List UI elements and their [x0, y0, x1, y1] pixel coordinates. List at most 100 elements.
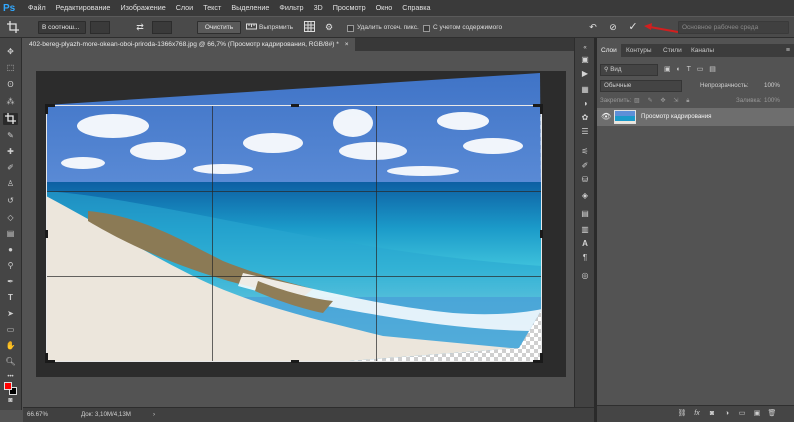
- eraser-tool-icon[interactable]: ◇: [3, 212, 18, 224]
- character-panel-icon[interactable]: A: [579, 238, 591, 250]
- blur-tool-icon[interactable]: ●: [3, 244, 18, 256]
- type-tool-icon[interactable]: T: [3, 292, 18, 304]
- hand-tool-icon[interactable]: ✋: [3, 340, 18, 352]
- properties-panel-icon[interactable]: ▥: [579, 224, 591, 236]
- zoom-level[interactable]: 66.67%: [27, 408, 48, 422]
- layer-filter-select[interactable]: ⚲ Вид: [600, 64, 658, 76]
- link-layers-icon[interactable]: ⛓: [677, 409, 687, 419]
- menu-filter[interactable]: Фильтр: [274, 0, 308, 16]
- menu-layers[interactable]: Слои: [171, 0, 198, 16]
- swatches-panel-icon[interactable]: ▦: [579, 84, 591, 96]
- clone-source-icon[interactable]: ⛁: [579, 174, 591, 186]
- workspace-search[interactable]: Основное рабочее среда: [678, 21, 789, 34]
- collapse-icon[interactable]: «: [579, 42, 591, 54]
- crop-handle-top[interactable]: [291, 104, 299, 107]
- panel-menu-icon[interactable]: ≡: [786, 44, 790, 57]
- fx-icon[interactable]: fx: [692, 409, 702, 419]
- menu-3d[interactable]: 3D: [309, 0, 328, 16]
- lasso-tool-icon[interactable]: ʘ: [3, 79, 18, 91]
- reset-icon[interactable]: ↶: [587, 21, 599, 34]
- opacity-value[interactable]: 100%: [764, 80, 780, 92]
- menu-image[interactable]: Изображение: [115, 0, 170, 16]
- checkmark-icon[interactable]: ✓: [627, 21, 639, 34]
- foreground-color-swatch[interactable]: [4, 382, 12, 390]
- brush-tool-icon[interactable]: ✐: [3, 162, 18, 174]
- cancel-icon[interactable]: ⊘: [607, 21, 619, 34]
- crop-handle-left[interactable]: [45, 230, 48, 238]
- menu-file[interactable]: Файл: [23, 0, 51, 16]
- styles-panel-icon[interactable]: ☰: [579, 126, 591, 138]
- tab-channels[interactable]: Каналы: [687, 44, 718, 57]
- crop-handle-bottom-left[interactable]: [45, 353, 48, 363]
- lock-icons[interactable]: ▨ ✎ ✥ ⇲ 🔒︎: [634, 95, 693, 107]
- mask-icon[interactable]: ◙: [707, 409, 717, 419]
- clone-stamp-tool-icon[interactable]: ♙: [3, 178, 18, 190]
- crop-ratio-select[interactable]: В соотнош...: [38, 21, 86, 34]
- path-select-tool-icon[interactable]: ➤: [3, 308, 18, 320]
- move-tool-icon[interactable]: ✥: [3, 46, 18, 58]
- tab-styles[interactable]: Стили: [659, 44, 686, 57]
- trash-icon[interactable]: 🗑︎: [767, 409, 777, 419]
- crop-box[interactable]: [45, 104, 543, 363]
- canvas-area[interactable]: [23, 51, 574, 407]
- pen-tool-icon[interactable]: ✒: [3, 276, 18, 288]
- menu-type[interactable]: Текст: [198, 0, 226, 16]
- crop-height-input[interactable]: [152, 21, 172, 34]
- history-panel-icon[interactable]: ▣: [579, 54, 591, 66]
- new-group-icon[interactable]: ▭: [737, 409, 747, 419]
- paragraph-panel-icon[interactable]: ¶: [579, 252, 591, 264]
- gradient-tool-icon[interactable]: ▤: [3, 228, 18, 240]
- eye-icon[interactable]: 👁︎: [601, 112, 611, 121]
- crop-width-input[interactable]: [90, 21, 110, 34]
- healing-brush-tool-icon[interactable]: ✚: [3, 146, 18, 158]
- swap-icon[interactable]: ⇄: [134, 21, 146, 34]
- layer-item[interactable]: 👁︎ Просмотр кадрирования: [597, 108, 794, 126]
- history-brush-tool-icon[interactable]: ↺: [3, 195, 18, 207]
- color-panel-icon[interactable]: ✿: [579, 112, 591, 124]
- menu-view[interactable]: Просмотр: [328, 0, 371, 16]
- actions-panel-icon[interactable]: ▶: [579, 68, 591, 80]
- new-layer-icon[interactable]: ▣: [752, 409, 762, 419]
- content-aware-checkbox[interactable]: [423, 25, 430, 32]
- adjustments-panel-icon[interactable]: ◑: [579, 98, 591, 110]
- quick-mask-icon[interactable]: ◙: [3, 395, 18, 407]
- dodge-tool-icon[interactable]: ⚲: [3, 260, 18, 272]
- menu-help[interactable]: Справка: [397, 0, 435, 16]
- straighten-icon[interactable]: [245, 21, 257, 34]
- shape-tool-icon[interactable]: ▭: [3, 324, 18, 336]
- crop-handle-bottom[interactable]: [291, 360, 299, 363]
- document-tab[interactable]: 402-bereg-plyazh-more-okean-oboi-priroda…: [23, 38, 355, 51]
- crop-tool-icon[interactable]: [3, 113, 18, 125]
- layer-filter-icons[interactable]: ▣ ◐ T ▭ ▤: [664, 64, 718, 76]
- delete-cropped-checkbox[interactable]: [347, 25, 354, 32]
- gear-icon[interactable]: ⚙: [323, 21, 335, 34]
- menu-edit[interactable]: Редактирование: [51, 0, 116, 16]
- tab-paths[interactable]: Контуры: [622, 44, 656, 57]
- grid-overlay-icon[interactable]: [303, 21, 315, 34]
- 3d-panel-icon[interactable]: ◎: [579, 270, 591, 282]
- fill-value[interactable]: 100%: [764, 95, 780, 107]
- layer-name[interactable]: Просмотр кадрирования: [641, 111, 712, 123]
- quick-select-tool-icon[interactable]: ⁂: [3, 96, 18, 108]
- brush-presets-icon[interactable]: ✐: [579, 160, 591, 172]
- clear-button[interactable]: Очистить: [197, 21, 241, 34]
- tool-presets-icon[interactable]: ◈: [579, 190, 591, 202]
- adjustment-layer-icon[interactable]: ◑: [722, 409, 732, 419]
- blend-mode-select[interactable]: Обычные: [600, 80, 682, 92]
- brush-panel-icon[interactable]: ⚟: [579, 146, 591, 158]
- close-tab-icon[interactable]: ×: [345, 41, 349, 48]
- menu-select[interactable]: Выделение: [226, 0, 274, 16]
- straighten-label[interactable]: Выпрямить: [259, 21, 293, 34]
- marquee-tool-icon[interactable]: ⬚: [3, 62, 18, 74]
- crop-handle-bottom-right[interactable]: [540, 353, 543, 363]
- crop-handle-top-left[interactable]: [45, 104, 48, 114]
- tab-layers[interactable]: Слои: [597, 44, 621, 57]
- menu-window[interactable]: Окно: [371, 0, 398, 16]
- crop-preset-icon[interactable]: [6, 21, 20, 34]
- status-arrow-icon[interactable]: ›: [153, 408, 155, 422]
- crop-handle-top-right[interactable]: [540, 104, 543, 114]
- crop-handle-right[interactable]: [540, 230, 543, 238]
- info-panel-icon[interactable]: ▤: [579, 208, 591, 220]
- eyedropper-tool-icon[interactable]: ✎: [3, 130, 18, 142]
- zoom-tool-icon[interactable]: 🔍︎: [3, 356, 18, 368]
